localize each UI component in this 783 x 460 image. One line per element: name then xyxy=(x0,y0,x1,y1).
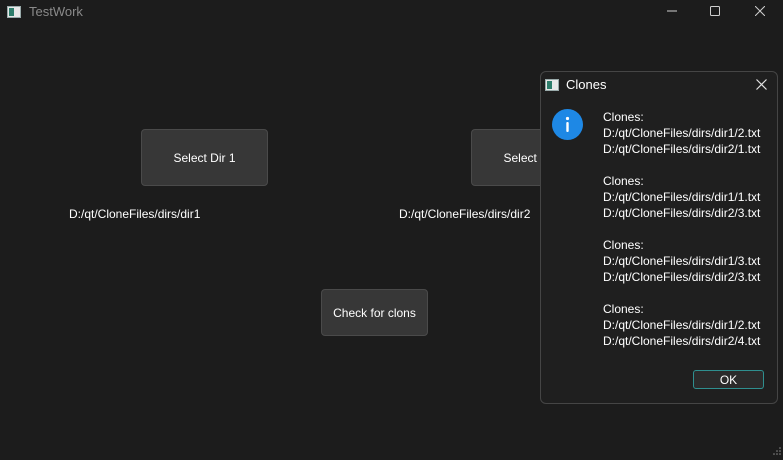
check-for-clones-button[interactable]: Check for clons xyxy=(321,289,428,336)
clone-group: Clones: D:/qt/CloneFiles/dirs/dir1/2.txt… xyxy=(603,301,777,349)
clone-file-path: D:/qt/CloneFiles/dirs/dir1/2.txt xyxy=(603,126,761,140)
clone-group: Clones: D:/qt/CloneFiles/dirs/dir1/3.txt… xyxy=(603,237,777,301)
clone-file-path: D:/qt/CloneFiles/dirs/dir2/3.txt xyxy=(603,206,761,220)
close-button[interactable] xyxy=(737,0,783,24)
app-icon xyxy=(7,5,21,18)
clone-group: Clones: D:/qt/CloneFiles/dirs/dir1/1.txt… xyxy=(603,173,777,237)
clones-dialog: Clones Clones: D:/qt/CloneFiles/dirs/dir… xyxy=(540,71,778,404)
clones-message: Clones: D:/qt/CloneFiles/dirs/dir1/2.txt… xyxy=(603,109,777,349)
clone-file-path: D:/qt/CloneFiles/dirs/dir1/2.txt xyxy=(603,318,761,332)
window-title: TestWork xyxy=(29,4,83,19)
dir1-path-label: D:/qt/CloneFiles/dirs/dir1 xyxy=(69,207,201,221)
close-icon xyxy=(754,3,766,21)
clone-group-heading: Clones: xyxy=(603,174,644,188)
title-bar: TestWork xyxy=(0,0,783,24)
clone-group-heading: Clones: xyxy=(603,302,644,316)
clone-file-path: D:/qt/CloneFiles/dirs/dir1/1.txt xyxy=(603,190,761,204)
clone-file-path: D:/qt/CloneFiles/dirs/dir2/4.txt xyxy=(603,334,761,348)
resize-grip-icon[interactable] xyxy=(773,442,781,455)
clone-group: Clones: D:/qt/CloneFiles/dirs/dir1/2.txt… xyxy=(603,109,777,173)
clone-group-heading: Clones: xyxy=(603,238,644,252)
minimize-button[interactable] xyxy=(649,0,695,24)
dialog-title: Clones xyxy=(566,77,607,92)
dialog-close-icon[interactable] xyxy=(753,76,769,92)
dialog-app-icon xyxy=(545,78,559,91)
maximize-button[interactable] xyxy=(692,0,738,24)
clone-file-path: D:/qt/CloneFiles/dirs/dir1/3.txt xyxy=(603,254,761,268)
clone-file-path: D:/qt/CloneFiles/dirs/dir2/1.txt xyxy=(603,142,761,156)
maximize-icon xyxy=(710,3,720,21)
minimize-icon xyxy=(667,3,677,21)
clone-group-heading: Clones: xyxy=(603,110,644,124)
dialog-title-bar: Clones xyxy=(541,72,777,96)
select-dir-1-button[interactable]: Select Dir 1 xyxy=(141,129,268,186)
info-icon xyxy=(552,109,583,140)
ok-button[interactable]: OK xyxy=(693,370,764,389)
clone-file-path: D:/qt/CloneFiles/dirs/dir2/3.txt xyxy=(603,270,761,284)
dir2-path-label: D:/qt/CloneFiles/dirs/dir2 xyxy=(399,207,531,221)
